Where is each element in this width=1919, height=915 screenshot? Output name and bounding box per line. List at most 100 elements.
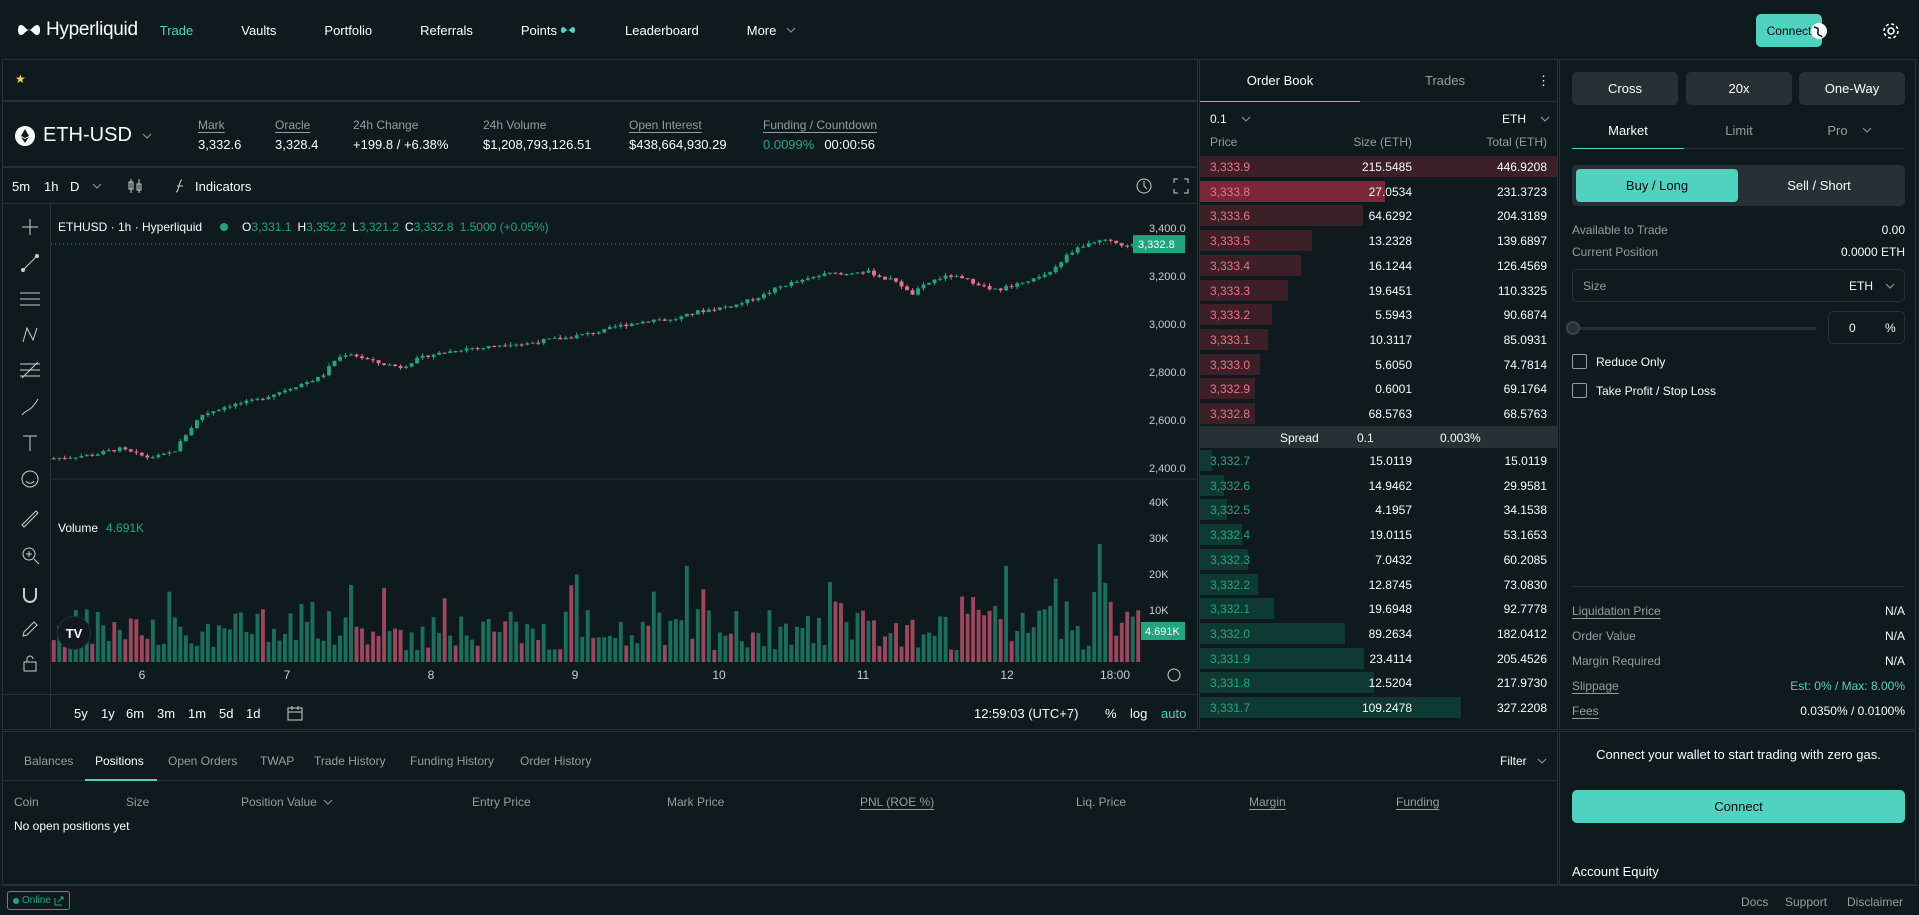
tab-order-book[interactable]: Order Book xyxy=(1200,60,1360,102)
bid-row[interactable]: 3,331.8 12.5204 217.9730 xyxy=(1200,670,1557,694)
bid-row[interactable]: 3,332.3 7.0432 60.2085 xyxy=(1200,547,1557,571)
stat-label[interactable]: Funding / Countdown xyxy=(763,118,877,132)
trend-line-icon[interactable] xyxy=(17,250,43,276)
screenshot-icon[interactable] xyxy=(1135,177,1153,195)
filter-button[interactable]: Filter xyxy=(1500,754,1547,768)
unit-selector[interactable]: ETH xyxy=(1502,112,1550,126)
connect-wallet-button[interactable]: Connect xyxy=(1572,790,1905,823)
tab-twap[interactable]: TWAP xyxy=(260,754,294,768)
tab-positions[interactable]: Positions xyxy=(95,754,144,768)
price-chart[interactable]: 3,400.0 3,200.0 3,000.0 2,800.0 2,600.0 2,400… xyxy=(51,204,1197,694)
horizontal-lines-icon[interactable] xyxy=(17,286,43,312)
stat-label[interactable]: Oracle xyxy=(275,118,318,132)
ask-row[interactable]: 3,333.5 13.2328 139.6897 xyxy=(1200,228,1557,252)
col-position-value[interactable]: Position Value xyxy=(241,795,333,809)
bid-row[interactable]: 3,332.2 12.8745 73.0830 xyxy=(1200,572,1557,596)
bid-row[interactable]: 3,332.1 19.6948 92.7778 xyxy=(1200,596,1557,620)
stat-label[interactable]: Mark xyxy=(198,118,241,132)
tab-pro[interactable]: Pro xyxy=(1794,112,1905,149)
footer-docs[interactable]: Docs xyxy=(1741,895,1768,909)
bid-row[interactable]: 3,332.6 14.9462 29.9581 xyxy=(1200,473,1557,497)
size-unit-selector[interactable]: ETH xyxy=(1849,279,1895,293)
info-label[interactable]: Liquidation Price xyxy=(1572,604,1661,618)
tab-limit[interactable]: Limit xyxy=(1684,112,1794,149)
symbol-selector[interactable]: ETH-USD xyxy=(15,124,152,147)
interval-1h[interactable]: 1h xyxy=(44,179,58,194)
nav-trade[interactable]: Trade xyxy=(160,23,193,38)
footer-support[interactable]: Support xyxy=(1785,895,1827,909)
tpsl-checkbox[interactable]: Take Profit / Stop Loss xyxy=(1572,383,1716,398)
tab-open-orders[interactable]: Open Orders xyxy=(168,754,237,768)
info-label[interactable]: Fees xyxy=(1572,704,1599,718)
crosshair-icon[interactable] xyxy=(17,214,43,240)
calendar-icon[interactable] xyxy=(286,704,304,722)
indicators-button[interactable]: Indicators xyxy=(173,178,251,194)
footer-disclaimer[interactable]: Disclaimer xyxy=(1847,895,1903,909)
auto-toggle[interactable]: auto xyxy=(1161,706,1186,721)
tab-funding-history[interactable]: Funding History xyxy=(410,754,494,768)
ask-row[interactable]: 3,332.9 0.6001 69.1764 xyxy=(1200,376,1557,400)
leverage-button[interactable]: 20x xyxy=(1686,72,1792,105)
tab-market[interactable]: Market xyxy=(1572,112,1684,149)
ask-row[interactable]: 3,333.0 5.6050 74.7814 xyxy=(1200,352,1557,376)
ask-row[interactable]: 3,333.1 10.3117 85.0931 xyxy=(1200,327,1557,351)
nav-vaults[interactable]: Vaults xyxy=(241,23,276,38)
info-label[interactable]: Slippage xyxy=(1572,679,1619,693)
brush-icon[interactable] xyxy=(17,394,43,420)
tradingview-logo-icon[interactable]: TV xyxy=(57,616,91,650)
slider-handle[interactable] xyxy=(1566,321,1580,335)
chart-settings-icon[interactable] xyxy=(1167,668,1181,682)
range-6m[interactable]: 6m xyxy=(126,706,144,721)
ask-row[interactable]: 3,332.8 68.5763 68.5763 xyxy=(1200,401,1557,425)
tab-balances[interactable]: Balances xyxy=(24,754,73,768)
col-pnl[interactable]: PNL (ROE %) xyxy=(860,795,934,809)
ruler-icon[interactable] xyxy=(17,506,43,532)
text-icon[interactable] xyxy=(17,430,43,456)
lock-drawing-icon[interactable] xyxy=(17,616,43,642)
interval-d[interactable]: D xyxy=(70,179,79,194)
nav-more[interactable]: More xyxy=(747,23,797,38)
bid-row[interactable]: 3,331.9 23.4114 205.4526 xyxy=(1200,646,1557,670)
bid-row[interactable]: 3,332.4 19.0115 53.1653 xyxy=(1200,522,1557,546)
size-slider[interactable] xyxy=(1572,327,1816,330)
magnet-icon[interactable] xyxy=(17,582,43,608)
ask-row[interactable]: 3,333.3 19.6451 110.3325 xyxy=(1200,278,1557,302)
tab-trade-history[interactable]: Trade History xyxy=(314,754,386,768)
nav-referrals[interactable]: Referrals xyxy=(420,23,473,38)
chevron-down-icon[interactable] xyxy=(92,183,102,189)
brand-logo[interactable]: Hyperliquid xyxy=(18,19,138,41)
pattern-icon[interactable] xyxy=(17,322,43,348)
bid-row[interactable]: 3,332.5 4.1957 34.1538 xyxy=(1200,497,1557,521)
range-1d[interactable]: 1d xyxy=(246,706,260,721)
zoom-in-icon[interactable] xyxy=(17,542,43,568)
range-5d[interactable]: 5d xyxy=(219,706,233,721)
margin-mode-button[interactable]: Cross xyxy=(1572,72,1678,105)
nav-leaderboard[interactable]: Leaderboard xyxy=(625,23,699,38)
settings-button[interactable] xyxy=(1874,14,1907,47)
nav-portfolio[interactable]: Portfolio xyxy=(324,23,372,38)
slippage-value[interactable]: Est: 0% / Max: 8.00% xyxy=(1790,679,1905,693)
range-1m[interactable]: 1m xyxy=(188,706,206,721)
bid-row[interactable]: 3,332.7 15.0119 15.0119 xyxy=(1200,448,1557,472)
ask-row[interactable]: 3,333.6 64.6292 204.3189 xyxy=(1200,203,1557,227)
tick-selector[interactable]: 0.1 xyxy=(1210,112,1251,126)
sell-short-button[interactable]: Sell / Short xyxy=(1738,169,1900,202)
chart-clock[interactable]: 12:59:03 (UTC+7) xyxy=(974,706,1078,721)
fullscreen-icon[interactable] xyxy=(1173,178,1189,194)
log-toggle[interactable]: log xyxy=(1130,706,1147,721)
ask-row[interactable]: 3,333.9 215.5485 446.9208 xyxy=(1200,154,1557,178)
stat-label[interactable]: Open Interest xyxy=(629,118,727,132)
percent-toggle[interactable]: % xyxy=(1105,706,1117,721)
bid-row[interactable]: 3,332.0 89.2634 182.0412 xyxy=(1200,621,1557,645)
col-margin[interactable]: Margin xyxy=(1249,795,1286,809)
col-funding[interactable]: Funding xyxy=(1396,795,1439,809)
range-3m[interactable]: 3m xyxy=(157,706,175,721)
range-5y[interactable]: 5y xyxy=(74,706,88,721)
percent-input[interactable]: 0 % xyxy=(1828,311,1905,344)
status-badge[interactable]: Online xyxy=(7,891,70,910)
more-options-icon[interactable]: ⋮ xyxy=(1530,60,1557,102)
tab-trades[interactable]: Trades xyxy=(1360,60,1530,102)
language-button[interactable] xyxy=(1802,14,1835,47)
star-icon[interactable]: ★ xyxy=(15,72,26,86)
emoji-icon[interactable] xyxy=(17,466,43,492)
